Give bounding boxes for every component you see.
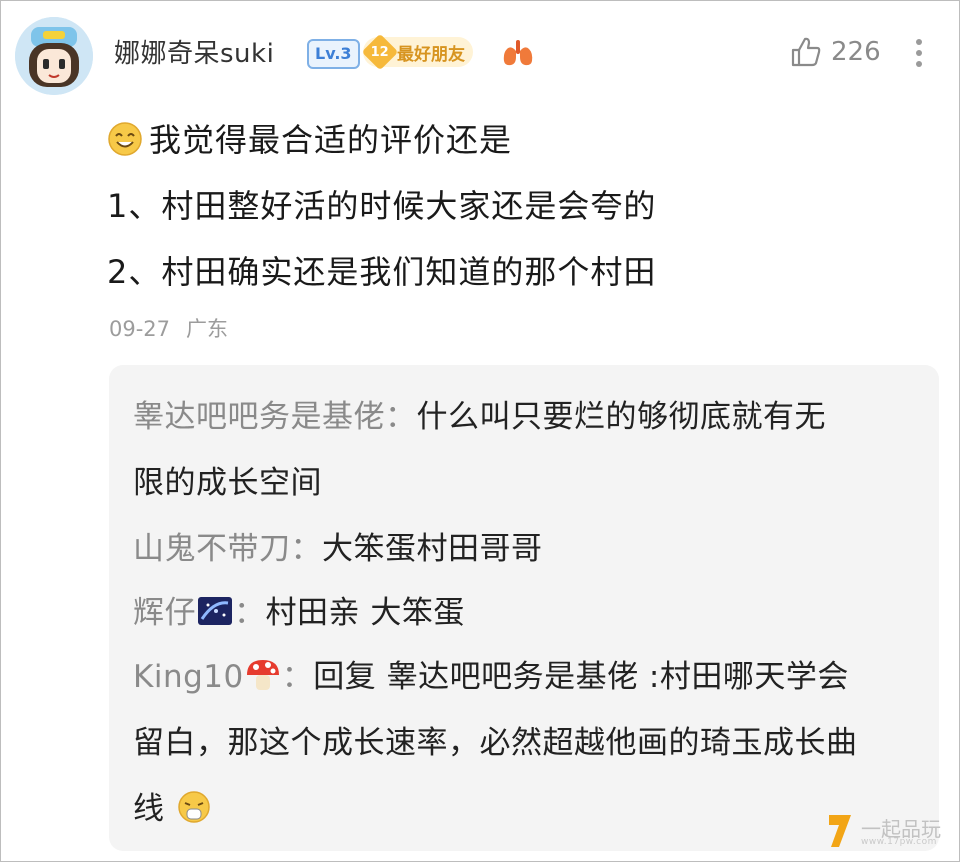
site-logo-icon xyxy=(829,815,851,847)
comment-meta: 09-27 广东 xyxy=(109,313,228,343)
reply-text: 线 xyxy=(133,791,165,827)
comment-text: 我觉得最合适的评价还是 xyxy=(149,121,513,159)
reply-separator: ： xyxy=(385,399,417,435)
reply-text-continued: 留白，那这个成长速率，必然超越他画的琦玉成长曲 xyxy=(133,725,858,761)
reply-author[interactable]: 辉仔 xyxy=(133,595,196,631)
username[interactable]: 娜娜奇呆suki xyxy=(114,33,274,70)
reply-item[interactable]: 睾达吧吧务是基佬：什么叫只要烂的够彻底就有无 xyxy=(133,391,826,436)
friend-badge-label: 最好朋友 xyxy=(397,44,465,65)
reply-text-continued: 线 xyxy=(133,783,213,828)
level-badge: Lv.3 xyxy=(307,39,360,69)
reply-separator: ： xyxy=(290,531,322,567)
reply-text: 大笨蛋村田哥哥 xyxy=(322,531,543,567)
comment-line-2: 1、村田整好活的时候大家还是会夸的 xyxy=(107,187,657,225)
like-count: 226 xyxy=(831,37,881,67)
mushroom-emoji xyxy=(246,660,279,690)
site-watermark: 一起品玩 www.17pw.com xyxy=(825,813,951,849)
avatar[interactable] xyxy=(15,17,93,95)
smile-emoji xyxy=(108,122,142,156)
lungs-icon xyxy=(503,40,533,66)
watermark-url: www.17pw.com xyxy=(861,837,937,847)
reply-separator: ： xyxy=(234,595,266,631)
reply-item[interactable]: 辉仔 ：村田亲 大笨蛋 xyxy=(133,587,465,632)
comment-card: 娜娜奇呆suki Lv.3 12 最好朋友 226 我觉得最合适的评价还是 1、… xyxy=(0,0,960,862)
friend-level-icon: 12 xyxy=(361,33,399,71)
comment-location: 广东 xyxy=(186,317,229,341)
reply-item[interactable]: 山鬼不带刀：大笨蛋村田哥哥 xyxy=(133,523,543,568)
galaxy-emoji xyxy=(198,597,232,625)
more-vertical-icon[interactable] xyxy=(915,39,923,69)
reply-item[interactable]: King10 ：回复 睾达吧吧务是基佬 :村田哪天学会 xyxy=(133,651,849,696)
reply-author[interactable]: 山鬼不带刀 xyxy=(133,531,291,567)
comment-line-3: 2、村田确实还是我们知道的那个村田 xyxy=(107,253,657,291)
reply-separator: ： xyxy=(281,659,314,695)
reply-text-continued: 限的成长空间 xyxy=(133,465,322,501)
reply-text: 回复 睾达吧吧务是基佬 :村田哪天学会 xyxy=(313,659,849,695)
reply-text: 村田亲 大笨蛋 xyxy=(265,595,465,631)
friend-badge: 12 最好朋友 xyxy=(361,33,473,71)
comment-line-1: 我觉得最合适的评价还是 xyxy=(107,115,512,161)
reply-author[interactable]: 睾达吧吧务是基佬 xyxy=(133,399,385,435)
thumbs-up-icon[interactable] xyxy=(789,35,823,69)
comment-date: 09-27 xyxy=(109,317,171,341)
sick-emoji xyxy=(178,791,210,823)
reply-author[interactable]: King10 xyxy=(133,659,244,695)
reply-text: 什么叫只要烂的够彻底就有无 xyxy=(416,399,826,435)
